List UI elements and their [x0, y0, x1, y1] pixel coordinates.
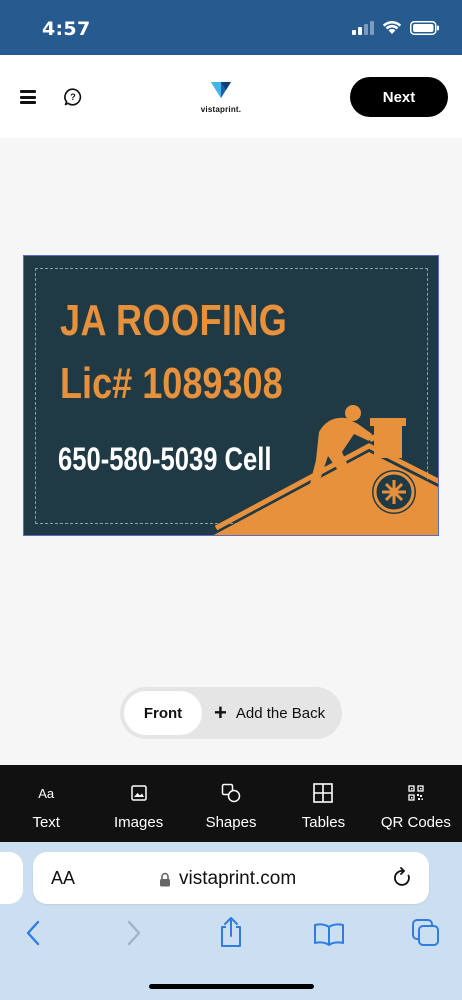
- url-display[interactable]: vistaprint.com: [159, 868, 296, 890]
- card-license-number[interactable]: Lic# 1089308: [60, 359, 283, 409]
- reader-options-button[interactable]: AA: [51, 868, 75, 889]
- wifi-icon: [382, 20, 402, 34]
- vistaprint-logo[interactable]: vistaprint.: [196, 81, 246, 114]
- brand-wordmark: vistaprint.: [200, 105, 242, 114]
- app-header: ? vistaprint. Next: [0, 55, 462, 138]
- forward-icon[interactable]: [126, 920, 142, 946]
- browser-chrome: AA vistaprint.com: [0, 842, 462, 1000]
- address-bar[interactable]: AA vistaprint.com: [33, 852, 429, 904]
- design-canvas: JA ROOFING Lic# 1089308 650-580-5039 Cel…: [0, 138, 462, 765]
- tool-shapes-label: Shapes: [205, 814, 257, 831]
- tool-qr-codes-label: QR Codes: [380, 814, 451, 831]
- qr-code-icon: [408, 785, 424, 801]
- tool-qr-codes[interactable]: QR Codes: [370, 765, 462, 842]
- help-icon[interactable]: ?: [64, 88, 82, 106]
- design-toolbar: Aa Text Images Shapes Tables QR Codes: [0, 765, 462, 842]
- status-icons: [352, 20, 440, 35]
- previous-tab-peek[interactable]: [0, 852, 23, 904]
- image-icon: [130, 785, 147, 801]
- table-icon: [313, 783, 334, 803]
- tool-tables[interactable]: Tables: [277, 765, 369, 842]
- card-side-toggle: Front + Add the Back: [120, 687, 342, 739]
- menu-icon[interactable]: [20, 90, 36, 104]
- card-phone-number[interactable]: 650-580-5039 Cell: [58, 441, 271, 478]
- tool-text-label: Text: [32, 814, 60, 831]
- home-indicator: [149, 984, 314, 989]
- back-icon[interactable]: [25, 920, 41, 946]
- status-bar: 4:57: [0, 0, 462, 55]
- reload-icon[interactable]: [393, 867, 413, 889]
- add-back-label: Add the Back: [235, 704, 326, 722]
- card-company-name[interactable]: JA ROOFING: [60, 296, 287, 346]
- lock-icon: [160, 872, 170, 886]
- svg-text:?: ?: [70, 92, 76, 102]
- tool-tables-label: Tables: [301, 814, 346, 831]
- shapes-icon: [221, 783, 241, 803]
- tabs-icon[interactable]: [411, 918, 441, 948]
- tool-images[interactable]: Images: [92, 765, 184, 842]
- aa-label: AA: [51, 868, 76, 888]
- add-back-button[interactable]: + Add the Back: [214, 687, 325, 739]
- text-icon: Aa: [38, 785, 55, 801]
- vistaprint-logo-icon: [211, 82, 231, 98]
- next-button[interactable]: Next: [350, 77, 448, 117]
- status-time: 4:57: [42, 18, 91, 40]
- url-text: vistaprint.com: [179, 868, 297, 889]
- front-side-tab[interactable]: Front: [124, 691, 202, 735]
- battery-icon: [410, 20, 439, 35]
- tool-text[interactable]: Aa Text: [0, 765, 92, 842]
- tool-images-label: Images: [114, 814, 164, 831]
- plus-icon: +: [214, 700, 227, 725]
- bookmarks-icon[interactable]: [313, 922, 345, 946]
- share-icon[interactable]: [218, 916, 244, 948]
- tool-shapes[interactable]: Shapes: [185, 765, 277, 842]
- browser-nav: [0, 916, 462, 956]
- business-card-preview[interactable]: JA ROOFING Lic# 1089308 650-580-5039 Cel…: [23, 255, 439, 536]
- cellular-signal-icon: [352, 20, 374, 35]
